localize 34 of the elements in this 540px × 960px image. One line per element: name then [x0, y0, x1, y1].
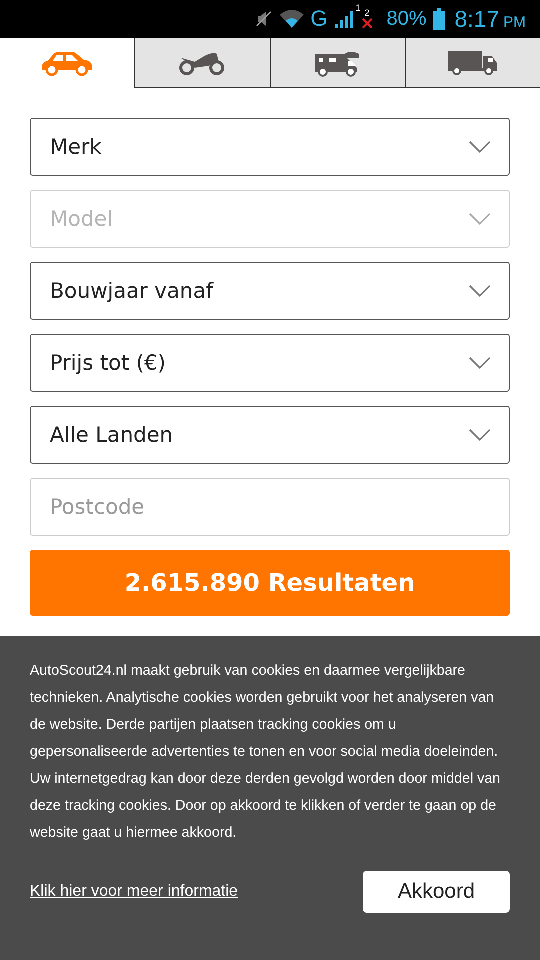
sim-number: 2: [364, 9, 370, 18]
clock-time: 8:17: [454, 6, 500, 32]
chevron-down-icon: [469, 213, 491, 225]
vehicle-tab[interactable]: [270, 38, 405, 88]
select-field[interactable]: Alle Landen: [30, 406, 510, 464]
car-icon: [40, 50, 94, 76]
vehicle-tab[interactable]: [134, 38, 270, 88]
accept-button[interactable]: Akkoord: [363, 871, 510, 913]
select-value: Prijs tot (€): [50, 351, 166, 375]
chevron-down-icon: [469, 285, 491, 297]
battery-percent: 80%: [386, 8, 427, 30]
select-value: Alle Landen: [50, 423, 174, 447]
select-placeholder: Model: [50, 207, 114, 231]
select-value: Merk: [50, 135, 102, 159]
no-signal-icon: [362, 18, 373, 29]
postcode-field[interactable]: Postcode: [30, 478, 510, 536]
chevron-down-icon: [469, 429, 491, 441]
mute-icon: [254, 10, 273, 28]
wifi-icon: [278, 9, 305, 29]
cookie-text: AutoScout24.nl maakt gebruik van cookies en daarmee vergelijkbare technieken. Analytische cookies worden gebruikt voor het analyseren van de website. Derde partijen plaatsen tracking cookies om u gepersonaliseerde advertenties te tonen en voor social media doeleinden. Uw internetgedrag kan door deze derden gevolgd worden door middel van deze tracking cookies. Door op akkoord te klikken of verder te gaan op de website gaat u hiermee akkoord.: [30, 662, 502, 843]
signal-icon: [334, 9, 356, 29]
select-field[interactable]: Bouwjaar vanaf: [30, 262, 510, 320]
truck-icon: [446, 50, 499, 76]
battery-icon: [432, 8, 445, 30]
more-info-link[interactable]: Klik hier voor meer informatie: [30, 883, 238, 901]
network-type-text: G: [310, 6, 328, 32]
chevron-down-icon: [469, 357, 491, 369]
select-field[interactable]: Prijs tot (€): [30, 334, 510, 392]
vehicle-tab[interactable]: [404, 38, 540, 88]
select-field[interactable]: Merk: [30, 118, 510, 176]
select-value: Bouwjaar vanaf: [50, 279, 214, 303]
clock-period: PM: [504, 14, 526, 30]
sim-number: 1: [356, 3, 361, 13]
chevron-down-icon: [469, 141, 491, 153]
